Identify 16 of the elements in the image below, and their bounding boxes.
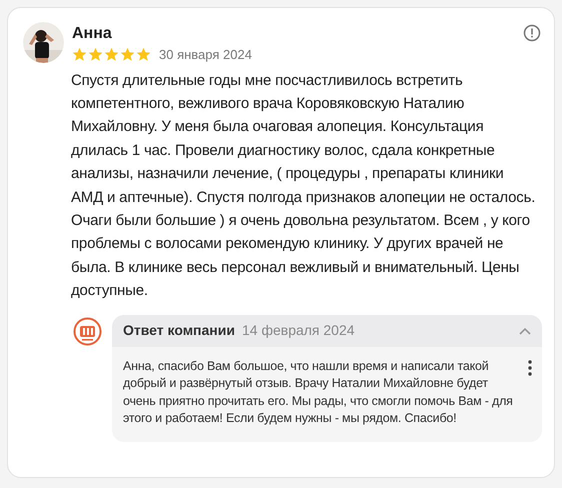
company-logo-icon	[73, 316, 102, 346]
report-icon[interactable]	[523, 24, 541, 42]
reply-header[interactable]: Ответ компании 14 февраля 2024	[112, 314, 542, 347]
star-icon	[72, 47, 87, 62]
chevron-icon[interactable]	[519, 326, 531, 335]
review-text: Спустя длительные годы мне посчастливилось встретить компетентного, вежливого врача Коровяковскую Наталию Михайловну. У меня была очаговая алопеция. Консультация длилась 1 час. Провели диагностику волос, сдала конкретные анализы, назначили лечение, ( процедуры , препараты клиники АМД и аптечные). Спустя полгода признаков алопеции не осталось. Очаги были большие ) я очень довольна результатом. Всем , у кого проблемы с волосами рекомендую клинику. У других врачей не была. В клинике весь персонал вежливый и внимательный. Цены доступные.	[71, 70, 536, 302]
more-icon[interactable]	[528, 360, 532, 376]
author-name: Анна	[72, 24, 113, 44]
review-date: 30 января 2024	[159, 46, 252, 64]
star-icon	[120, 47, 135, 62]
star-icon	[88, 47, 103, 62]
reply-date: 14 февраля 2024	[242, 321, 355, 340]
reply-title: Ответ компании	[123, 321, 235, 340]
star-icon	[104, 47, 119, 62]
star-icon	[136, 47, 151, 62]
reply-text: Анна, спасибо Вам большое, что нашли время и написали такой добрый и развёрнутый отзыв. Врачу Наталии Михайловне будет очень приятно прочитать его. Мы рады, что смогли помочь Вам - для этого и работаем! Если будем нужны - мы рядом. Спасибо!	[123, 358, 514, 428]
